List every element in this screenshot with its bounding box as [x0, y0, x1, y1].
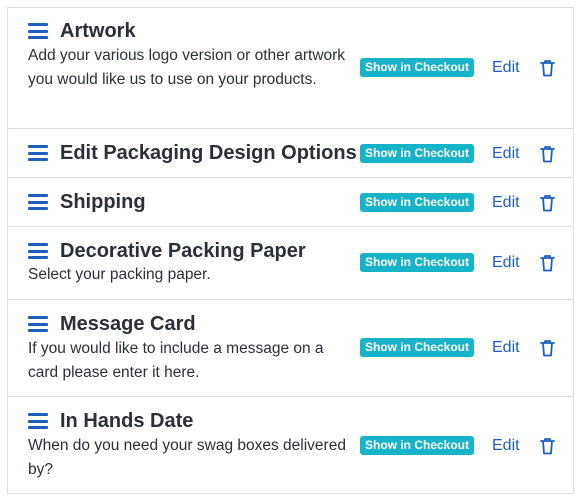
show-in-checkout-badge[interactable]: Show in Checkout	[360, 58, 475, 77]
show-in-checkout-badge[interactable]: Show in Checkout	[360, 253, 475, 272]
item-title: Artwork	[60, 19, 136, 42]
item-title: Edit Packaging Design Options	[60, 141, 357, 164]
list-item: In Hands Date When do you need your swag…	[8, 397, 573, 494]
hamburger-menu-icon[interactable]	[28, 145, 48, 161]
edit-link[interactable]: Edit	[492, 58, 520, 78]
hamburger-menu-icon[interactable]	[28, 413, 48, 429]
hamburger-menu-icon[interactable]	[28, 23, 48, 39]
item-title: Decorative Packing Paper	[60, 239, 306, 262]
trash-icon[interactable]	[540, 437, 555, 455]
trash-icon[interactable]	[540, 339, 555, 357]
item-header: Edit Packaging Design Options	[28, 138, 357, 168]
item-title: Shipping	[60, 190, 146, 213]
item-description: Select your packing paper.	[28, 266, 211, 283]
item-description: When do you need your swag boxes deliver…	[28, 437, 346, 478]
trash-icon[interactable]	[540, 194, 555, 212]
list-item: Decorative Packing Paper Select your pac…	[8, 227, 573, 300]
show-in-checkout-badge[interactable]: Show in Checkout	[360, 193, 475, 212]
show-in-checkout-badge[interactable]: Show in Checkout	[360, 144, 475, 163]
list-item: Shipping Show in Checkout Edit	[8, 178, 573, 227]
trash-icon[interactable]	[540, 254, 555, 272]
show-in-checkout-badge[interactable]: Show in Checkout	[360, 338, 475, 357]
list-item: Edit Packaging Design Options Show in Ch…	[8, 129, 573, 178]
hamburger-menu-icon[interactable]	[28, 243, 48, 259]
edit-link[interactable]: Edit	[492, 193, 520, 213]
trash-icon[interactable]	[540, 145, 555, 163]
show-in-checkout-badge[interactable]: Show in Checkout	[360, 436, 475, 455]
item-header: Message Card	[28, 309, 196, 339]
item-description: Add your various logo version or other a…	[28, 47, 346, 88]
item-title: Message Card	[60, 312, 196, 335]
item-title: In Hands Date	[60, 409, 194, 432]
hamburger-menu-icon[interactable]	[28, 316, 48, 332]
hamburger-menu-icon[interactable]	[28, 194, 48, 210]
edit-link[interactable]: Edit	[492, 144, 520, 164]
item-header: Shipping	[28, 187, 146, 217]
item-header: Decorative Packing Paper	[28, 236, 306, 266]
trash-icon[interactable]	[540, 59, 555, 77]
item-header: In Hands Date	[28, 406, 193, 436]
edit-link[interactable]: Edit	[492, 436, 520, 456]
list-item: Message Card If you would like to includ…	[8, 300, 573, 397]
item-description: If you would like to include a message o…	[28, 340, 324, 381]
edit-link[interactable]: Edit	[492, 253, 520, 273]
list-item: Artwork Add your various logo version or…	[8, 8, 573, 129]
item-header: Artwork	[28, 16, 136, 46]
checkout-steps-list: Artwork Add your various logo version or…	[7, 7, 574, 494]
edit-link[interactable]: Edit	[492, 338, 520, 358]
